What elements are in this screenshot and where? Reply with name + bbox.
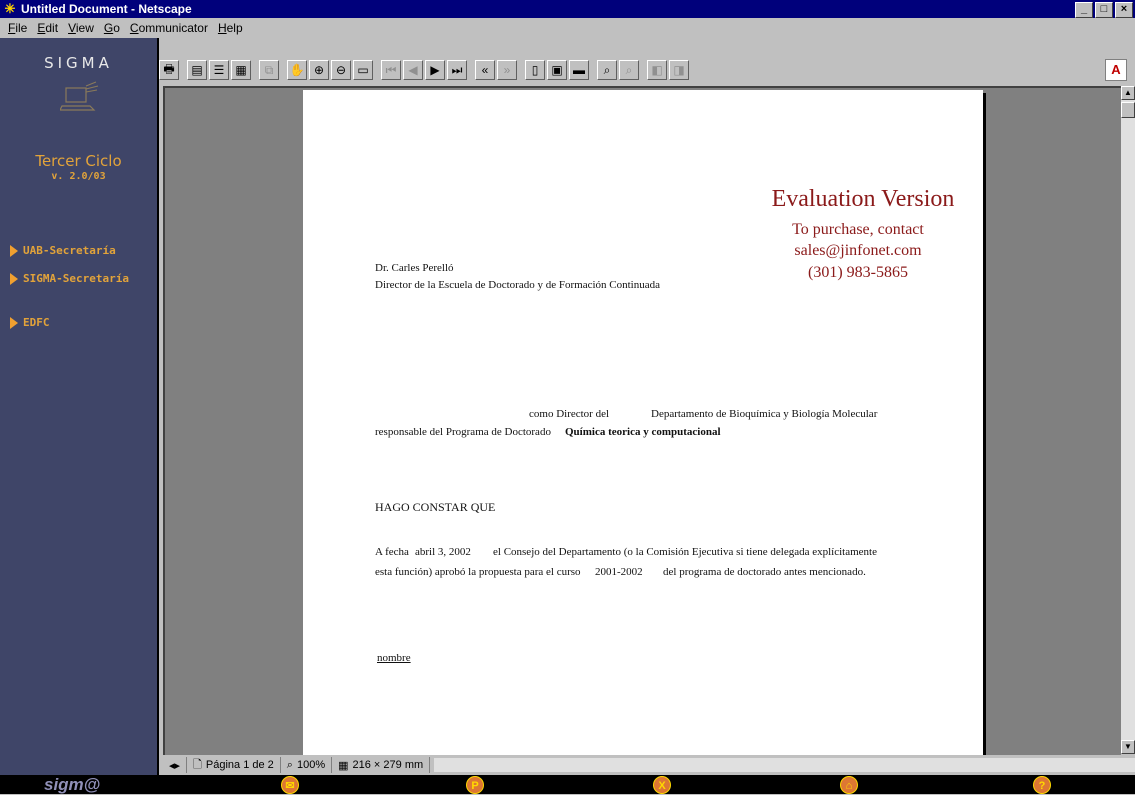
menu-go[interactable]: Go — [104, 21, 120, 35]
footer-brand: sigm@ — [44, 775, 101, 794]
menu-edit[interactable]: Edit — [37, 21, 58, 35]
recipient-role: Director de la Escuela de Doctorado y de… — [375, 279, 660, 291]
sidebar-link-label: UAB-Secretaría — [23, 244, 116, 257]
vertical-scrollbar[interactable]: ▲ ▼ — [1121, 86, 1135, 754]
split-handle-icon[interactable]: ◂▸ — [163, 757, 188, 773]
previous-page-icon[interactable]: ◀ — [403, 60, 423, 80]
zoom-indicator[interactable]: ⌕ 100% — [281, 757, 333, 773]
page-number: Página 1 de 2 — [205, 759, 274, 771]
close-button[interactable]: × — [1115, 2, 1133, 18]
thumbnails-icon[interactable]: ▦ — [231, 60, 251, 80]
sidebar-link-uab-secretaria[interactable]: UAB-Secretaría — [10, 244, 116, 257]
evaluation-title: Evaluation Version — [771, 186, 955, 212]
sidebar-link-sigma-secretaria[interactable]: SIGMA-Secretaría — [10, 272, 129, 285]
sidebar-link-edfc[interactable]: EDFC — [10, 316, 50, 329]
first-page-icon[interactable]: ⏮ — [381, 60, 401, 80]
page-size-value: 216 × 279 mm — [352, 759, 424, 771]
document-page: Evaluation Version To purchase, contact … — [303, 90, 983, 756]
director-prefix: como Director del — [529, 408, 610, 420]
recipient-name: Dr. Carles Perelló — [375, 262, 454, 274]
evaluation-line-1: To purchase, contact — [792, 221, 924, 238]
sidebar-title: SIGMA — [44, 54, 113, 72]
department-name: Departamento de Bioquímica y Biología Mo… — [651, 408, 878, 420]
minimize-button[interactable]: _ — [1075, 2, 1093, 18]
signature-label: nombre — [377, 652, 411, 664]
find-again-icon[interactable]: ⌕ — [619, 60, 639, 80]
program-name: Química teorica y computacional — [565, 426, 721, 438]
fit-width-icon[interactable]: ▬ — [569, 60, 589, 80]
product-name: Tercer Ciclo — [35, 152, 122, 170]
bookmarks-icon[interactable]: ☰ — [209, 60, 229, 80]
zoom-out-icon[interactable]: ⊖ — [331, 60, 351, 80]
horizontal-scrollbar[interactable] — [434, 758, 1135, 772]
sidebar-link-label: SIGMA-Secretaría — [23, 272, 129, 285]
evaluation-line-2: sales@jinfonet.com — [794, 242, 922, 259]
mail-icon[interactable]: ✉ — [281, 776, 299, 794]
copy-icon[interactable]: ⧉ — [259, 60, 279, 80]
paragraph-1-start: A fecha — [375, 546, 409, 558]
paragraph-1-rest: el Consejo del Departamento (o la Comisi… — [493, 546, 877, 558]
page-size-icon: ▦ — [338, 759, 349, 772]
program-prefix: responsable del Programa de Doctorado — [375, 426, 551, 438]
viewer-toolbar: 🖶 ▤ ☰ ▦ ⧉ ✋ ⊕ ⊖ ▭ ⏮ ◀ ▶ ⏭ « » ▯ ▣ ▬ ⌕ ⌕ … — [159, 56, 1135, 84]
document-viewport[interactable]: Evaluation Version To purchase, contact … — [163, 86, 1121, 756]
arrow-icon — [10, 244, 18, 257]
acrobat-icon[interactable]: A — [1105, 59, 1127, 81]
scroll-down-icon[interactable]: ▼ — [1121, 740, 1135, 754]
document-heading: HAGO CONSTAR QUE — [375, 500, 496, 514]
paragraph-2-start: esta función) aprobó la propuesta para e… — [375, 566, 581, 578]
menu-file[interactable]: File — [8, 21, 27, 35]
paragraph-2-rest: del programa de doctorado antes menciona… — [663, 566, 866, 578]
menu-view[interactable]: View — [68, 21, 94, 35]
menu-help[interactable]: Help — [218, 21, 243, 35]
print-icon[interactable]: 🖶 — [159, 60, 179, 80]
viewer-status-bar: ◂▸ 🗋 Página 1 de 2 ⌕ 100% ▦ 216 × 279 mm — [163, 755, 1135, 775]
netscape-icon: ✳ — [4, 1, 16, 16]
last-page-icon[interactable]: ⏭ — [447, 60, 467, 80]
previous-article-icon[interactable]: ◧ — [647, 60, 667, 80]
page-only-icon[interactable]: ▤ — [187, 60, 207, 80]
window-title: Untitled Document - Netscape — [21, 2, 192, 16]
product-version: v. 2.0/03 — [51, 171, 106, 182]
evaluation-line-3: (301) 983-5865 — [808, 264, 908, 281]
scroll-up-icon[interactable]: ▲ — [1121, 86, 1135, 100]
magnifier-icon: ⌕ — [286, 758, 293, 771]
arrow-icon — [10, 316, 18, 329]
zoom-value: 100% — [296, 759, 326, 771]
find-icon[interactable]: ⌕ — [597, 60, 617, 80]
footer-bar: sigm@ ✉ P X ⌂ ? — [0, 775, 1135, 794]
next-article-icon[interactable]: ◨ — [669, 60, 689, 80]
hand-tool-icon[interactable]: ✋ — [287, 60, 307, 80]
fit-page-icon[interactable]: ▣ — [547, 60, 567, 80]
next-page-icon[interactable]: ▶ — [425, 60, 445, 80]
zoom-in-icon[interactable]: ⊕ — [309, 60, 329, 80]
page-indicator[interactable]: 🗋 Página 1 de 2 — [187, 757, 281, 773]
actual-size-icon[interactable]: ▯ — [525, 60, 545, 80]
page-size-indicator: ▦ 216 × 279 mm — [332, 757, 431, 773]
go-back-icon[interactable]: « — [475, 60, 495, 80]
maximize-button[interactable]: □ — [1095, 2, 1113, 18]
computer-logo-icon — [60, 81, 99, 111]
exit-icon[interactable]: X — [653, 776, 671, 794]
menu-bar: File Edit View Go Communicator Help — [0, 18, 1135, 38]
council-date: abril 3, 2002 — [415, 546, 471, 558]
menu-communicator[interactable]: Communicator — [130, 21, 208, 35]
print-footer-icon[interactable]: P — [466, 776, 484, 794]
title-bar: ✳ Untitled Document - Netscape _ □ × — [0, 0, 1135, 18]
sidebar-link-label: EDFC — [23, 316, 50, 329]
go-forward-icon[interactable]: » — [497, 60, 517, 80]
scroll-thumb[interactable] — [1121, 102, 1135, 118]
sidebar: SIGMA Tercer Ciclo v. 2.0/03 UAB-Secreta… — [0, 38, 159, 775]
home-icon[interactable]: ⌂ — [840, 776, 858, 794]
course-year: 2001-2002 — [595, 566, 643, 578]
arrow-icon — [10, 272, 18, 285]
text-select-icon[interactable]: ▭ — [353, 60, 373, 80]
page-icon: 🗋 — [193, 758, 202, 771]
help-icon[interactable]: ? — [1033, 776, 1051, 794]
window-controls: _ □ × — [1075, 2, 1133, 18]
